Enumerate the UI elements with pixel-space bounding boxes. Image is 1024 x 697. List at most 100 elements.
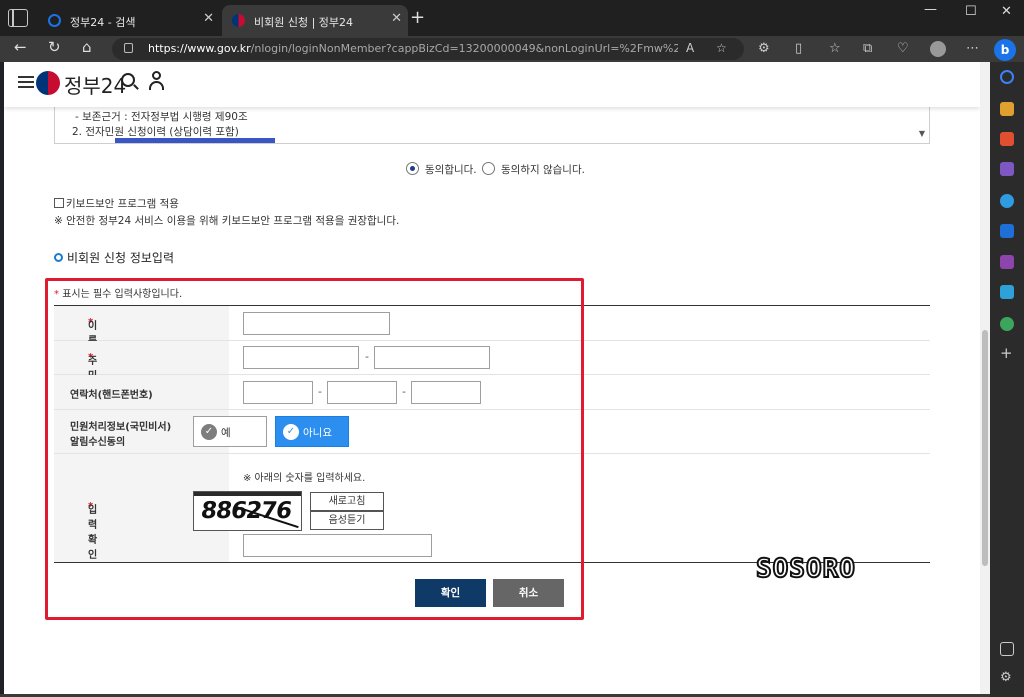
scroll-down-icon[interactable]: ▼ bbox=[919, 129, 925, 138]
favorite-star-icon[interactable]: ☆ bbox=[716, 41, 727, 55]
url-domain: https://www.gov.kr bbox=[148, 42, 251, 55]
new-tab-icon[interactable]: + bbox=[410, 7, 425, 28]
home-icon[interactable]: ⌂ bbox=[82, 38, 92, 56]
tab-title: 정부24 - 검색 bbox=[70, 16, 136, 29]
tab-title: 비회원 신청 | 정부24 bbox=[254, 16, 354, 29]
captcha-input[interactable] bbox=[243, 534, 432, 557]
phone-separator: - bbox=[318, 385, 322, 398]
shopping-icon[interactable] bbox=[1000, 102, 1014, 116]
form-row-name: * 이름 bbox=[54, 306, 930, 347]
tab-active[interactable]: 비회원 신청 | 정부24 ✕ bbox=[222, 5, 408, 36]
row-header: * 이름 bbox=[54, 306, 229, 347]
browser-sidebar: + ⚙ bbox=[990, 62, 1024, 697]
required-note-text: 표시는 필수 입력사항입니다. bbox=[62, 289, 183, 300]
window-close-icon[interactable]: ✕ bbox=[1001, 4, 1012, 19]
cancel-button[interactable]: 취소 bbox=[493, 579, 564, 607]
form-row-notify: 민원처리정보(국민비서) 알림수신동의 bbox=[54, 410, 930, 454]
outlook-icon[interactable] bbox=[1000, 224, 1014, 238]
close-tab-icon[interactable]: ✕ bbox=[391, 11, 402, 26]
back-icon[interactable]: ← bbox=[14, 38, 27, 56]
notify-no-button[interactable]: ✓ 아니요 bbox=[275, 416, 349, 447]
maximize-icon[interactable]: ☐ bbox=[965, 4, 977, 19]
captcha-refresh-button[interactable]: 새로고침 bbox=[310, 492, 384, 511]
url-field[interactable]: https://www.gov.kr/nlogin/loginNonMember… bbox=[112, 38, 744, 60]
hamburger-menu-icon[interactable] bbox=[18, 76, 34, 78]
agree-label[interactable]: 동의합니다. bbox=[425, 162, 477, 177]
required-note: * 표시는 필수 입력사항입니다. bbox=[54, 285, 182, 300]
watermark: SOSORO bbox=[755, 553, 856, 585]
copilot-icon[interactable]: b bbox=[994, 39, 1016, 61]
health-icon[interactable]: ♡ bbox=[897, 41, 909, 56]
add-sidebar-icon[interactable]: + bbox=[1000, 346, 1014, 361]
tree-icon[interactable] bbox=[1000, 317, 1014, 331]
user-icon-body bbox=[149, 81, 164, 90]
tab-bar: 정부24 - 검색 ✕ 비회원 신청 | 정부24 ✕ + — ☐ ✕ bbox=[0, 0, 1024, 36]
designer-icon[interactable] bbox=[1000, 255, 1014, 269]
split-screen-icon[interactable]: ▯ bbox=[795, 41, 802, 56]
settings-gear-icon[interactable]: ⚙ bbox=[1000, 671, 1014, 686]
scroll-thumb[interactable] bbox=[982, 330, 988, 566]
keyboard-security-label[interactable]: 키보드보안 프로그램 적용 bbox=[66, 196, 179, 211]
section-title: 비회원 신청 정보입력 bbox=[67, 251, 174, 265]
terms-line: 2. 전자민원 신청이력 (상담이력 포함) bbox=[72, 126, 239, 138]
phone-part1-input[interactable] bbox=[243, 381, 313, 404]
search-sidebar-icon[interactable] bbox=[1000, 70, 1014, 84]
section-bullet-icon bbox=[54, 253, 63, 262]
notify-label-line2: 알림수신동의 bbox=[70, 437, 126, 448]
minimize-icon[interactable]: — bbox=[924, 2, 937, 17]
rrn-separator: - bbox=[365, 350, 369, 363]
search-favicon-icon bbox=[48, 14, 61, 27]
check-icon: ✓ bbox=[201, 424, 217, 440]
refresh-icon[interactable]: ↻ bbox=[48, 38, 61, 56]
name-input[interactable] bbox=[243, 312, 390, 335]
captcha-image: 886276 bbox=[193, 491, 302, 531]
profile-avatar[interactable] bbox=[930, 41, 946, 57]
rrn-front-input[interactable] bbox=[243, 346, 359, 369]
terms-box[interactable]: - 보존근거 : 전자정부법 시행령 제90조 2. 전자민원 신청이력 (상담… bbox=[54, 107, 930, 144]
no-label: 아니요 bbox=[303, 427, 332, 439]
collections-icon[interactable]: ⧉ bbox=[863, 41, 872, 56]
phone-separator: - bbox=[402, 385, 406, 398]
sidebar-layout-icon[interactable] bbox=[1000, 642, 1014, 656]
url-text: https://www.gov.kr/nlogin/loginNonMember… bbox=[148, 42, 678, 55]
read-aloud-icon[interactable]: A bbox=[686, 41, 694, 55]
check-icon: ✓ bbox=[283, 424, 299, 440]
m365-icon[interactable] bbox=[1000, 194, 1014, 208]
extensions-icon[interactable]: ⚙ bbox=[758, 41, 770, 56]
lock-icon bbox=[124, 43, 133, 53]
captcha-audio-button[interactable]: 음성듣기 bbox=[310, 511, 384, 530]
user-icon[interactable] bbox=[148, 71, 164, 91]
captcha-noise bbox=[194, 492, 301, 496]
gov24-logo-icon[interactable] bbox=[36, 71, 60, 95]
keyboard-security-checkbox[interactable] bbox=[54, 198, 64, 208]
form-row-rrn: * 주민등록번호 - bbox=[54, 341, 930, 442]
tools-icon[interactable] bbox=[1000, 132, 1014, 146]
confirm-button[interactable]: 확인 bbox=[415, 579, 486, 607]
captcha-hint: ※ 아래의 숫자를 입력하세요. bbox=[243, 473, 366, 484]
search-icon[interactable] bbox=[121, 73, 135, 87]
disagree-label[interactable]: 동의하지 않습니다. bbox=[501, 162, 585, 177]
notify-yes-button[interactable]: ✓ 예 bbox=[193, 416, 267, 447]
site-logo-text[interactable]: 정부24 bbox=[64, 70, 126, 99]
close-tab-icon[interactable]: ✕ bbox=[203, 11, 214, 26]
form-row-phone: 연락처(핸드폰번호) - - bbox=[54, 375, 930, 410]
tab-actions-icon[interactable] bbox=[8, 9, 28, 27]
user-icon-head bbox=[152, 71, 161, 80]
more-menu-icon[interactable]: ⋯ bbox=[966, 41, 979, 56]
games-icon[interactable] bbox=[1000, 162, 1014, 176]
disagree-radio[interactable] bbox=[482, 162, 495, 175]
required-star: * bbox=[54, 289, 59, 300]
agree-radio[interactable] bbox=[406, 162, 419, 175]
page-scrollbar[interactable] bbox=[980, 62, 990, 694]
favorites-icon[interactable]: ☆ bbox=[829, 41, 841, 56]
phone-label: 연락처(핸드폰번호) bbox=[70, 390, 153, 401]
phone-part2-input[interactable] bbox=[327, 381, 397, 404]
tab-search[interactable]: 정부24 - 검색 ✕ bbox=[38, 5, 220, 36]
rrn-back-input[interactable] bbox=[374, 346, 490, 369]
send-icon[interactable] bbox=[1000, 285, 1014, 299]
notify-label-line1: 민원처리정보(국민비서) bbox=[70, 422, 172, 433]
keyboard-security-notice: ※ 안전한 정부24 서비스 이용을 위해 키보드보안 프로그램 적용을 권장합… bbox=[54, 215, 400, 227]
phone-part3-input[interactable] bbox=[411, 381, 481, 404]
page-viewport: - 보존근거 : 전자정부법 시행령 제90조 2. 전자민원 신청이력 (상담… bbox=[4, 62, 990, 694]
url-path: /nlogin/loginNonMember?cappBizCd=1320000… bbox=[250, 42, 678, 55]
